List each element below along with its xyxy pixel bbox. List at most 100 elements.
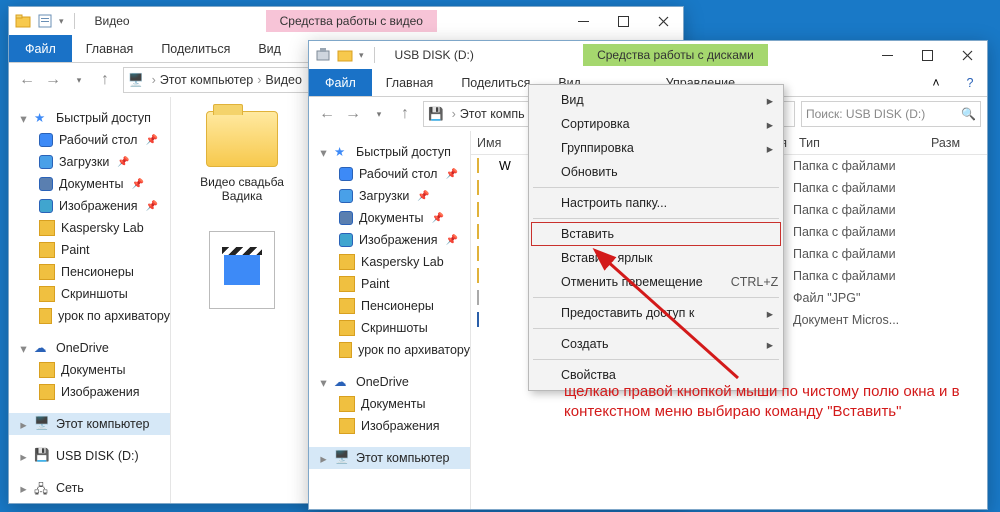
submenu-arrow-icon: ▸	[767, 141, 773, 156]
nav-tree[interactable]: ▾★Быстрый доступ Рабочий стол📌 Загрузки📌…	[309, 131, 471, 509]
ribbon-tab-view[interactable]: Вид	[244, 35, 295, 62]
menu-item-label: Группировка	[561, 141, 634, 155]
tree-this-pc[interactable]: Этот компьютер	[56, 417, 149, 431]
maximize-button[interactable]	[603, 7, 643, 35]
menu-item[interactable]: Обновить	[531, 160, 781, 184]
tree-item: Документы	[9, 359, 170, 381]
tree-item: Пенсионеры	[309, 295, 470, 317]
folder-item[interactable]: Видео свадьба Вадика	[187, 111, 297, 203]
menu-item[interactable]: Настроить папку...	[531, 191, 781, 215]
search-box[interactable]: Поиск: USB DISK (D:) 🔍	[801, 101, 981, 127]
menu-item-label: Настроить папку...	[561, 196, 667, 210]
folder-icon	[477, 202, 479, 217]
menu-item[interactable]: Вставить	[531, 222, 781, 246]
cell-type: Папка с файлами	[793, 247, 925, 261]
nav-fwd-button[interactable]: →	[341, 102, 365, 126]
tree-item: Изображения	[309, 415, 470, 437]
minimize-button[interactable]	[563, 7, 603, 35]
crumb-root[interactable]: Этот компьютер	[160, 73, 253, 87]
nav-up-button[interactable]: ↑	[93, 68, 117, 92]
qat-dropdown-icon[interactable]: ▾	[359, 50, 364, 61]
menu-item-label: Сортировка	[561, 117, 630, 131]
cell-type: Папка с файлами	[793, 203, 925, 217]
nav-recent-button[interactable]: ▾	[367, 102, 391, 126]
close-button[interactable]	[643, 7, 683, 35]
tree-item: Рабочий стол📌	[9, 129, 170, 151]
menu-item-label: Вставить	[561, 227, 614, 241]
minimize-button[interactable]	[867, 41, 907, 69]
cell-type: Файл "JPG"	[793, 291, 925, 305]
titlebar[interactable]: ▾ Видео Средства работы с видео	[9, 7, 683, 35]
menu-item-label: Вид	[561, 93, 584, 107]
annotation-arrow	[588, 248, 788, 398]
tree-item: Скриншоты	[309, 317, 470, 339]
ribbon-file-tab[interactable]: Файл	[9, 35, 72, 62]
menu-separator	[533, 187, 779, 188]
submenu-arrow-icon: ▸	[767, 93, 773, 108]
ribbon-collapse-icon[interactable]: ˄	[919, 69, 953, 96]
tree-item: Рабочий стол📌	[309, 163, 470, 185]
ribbon-tab-share[interactable]: Поделиться	[147, 35, 244, 62]
ribbon-tab-home[interactable]: Главная	[72, 35, 148, 62]
menu-item[interactable]: Вид ▸	[531, 88, 781, 112]
crumb-leaf[interactable]: Видео	[265, 73, 302, 87]
folder-icon	[206, 111, 278, 167]
tree-onedrive[interactable]: OneDrive	[356, 375, 409, 389]
app-icon	[15, 13, 31, 29]
app-icon	[315, 47, 331, 63]
folder-icon	[477, 158, 479, 173]
menu-item-label: Обновить	[561, 165, 618, 179]
qat-dropdown-icon[interactable]: ▾	[59, 16, 64, 27]
tree-item: Изображения📌	[9, 195, 170, 217]
nav-back-button[interactable]: ←	[15, 68, 39, 92]
tree-item: Скриншоты	[9, 283, 170, 305]
location-icon: 🖥️	[128, 73, 144, 88]
tree-network[interactable]: Сеть	[56, 481, 84, 495]
menu-item[interactable]: Сортировка▸	[531, 112, 781, 136]
tree-item: Paint	[309, 273, 470, 295]
folder-icon	[477, 246, 479, 261]
nav-tree[interactable]: ▾★Быстрый доступ Рабочий стол📌 Загрузки📌…	[9, 97, 171, 503]
tree-item: Загрузки📌	[9, 151, 170, 173]
titlebar[interactable]: ▾ USB DISK (D:) Средства работы с дискам…	[309, 41, 987, 69]
video-file-icon	[209, 231, 275, 309]
cell-type: Папка с файлами	[793, 159, 925, 173]
video-file-item[interactable]	[187, 231, 297, 309]
ribbon-file-tab[interactable]: Файл	[309, 69, 372, 96]
col-type[interactable]: Тип	[799, 136, 931, 150]
col-size[interactable]: Разм	[931, 136, 987, 150]
menu-item[interactable]: Группировка ▸	[531, 136, 781, 160]
cell-type: Папка с файлами	[793, 181, 925, 195]
search-icon[interactable]: 🔍	[961, 107, 976, 121]
annotation-text: щелкаю правой кнопкой мыши по чистому по…	[564, 382, 984, 423]
close-button[interactable]	[947, 41, 987, 69]
tree-item: Пенсионеры	[9, 261, 170, 283]
tree-item: Изображения	[9, 381, 170, 403]
tree-item: Paint	[9, 239, 170, 261]
tree-usb[interactable]: USB DISK (D:)	[56, 449, 139, 463]
nav-recent-button[interactable]: ▾	[67, 68, 91, 92]
ribbon-help-icon[interactable]: ?	[953, 69, 987, 96]
nav-back-button[interactable]: ←	[315, 102, 339, 126]
tree-onedrive[interactable]: OneDrive	[56, 341, 109, 355]
contextual-tab-drive[interactable]: Средства работы с дисками	[583, 44, 768, 66]
crumb-root[interactable]: Этот компь	[460, 107, 525, 121]
maximize-button[interactable]	[907, 41, 947, 69]
contextual-tab-video[interactable]: Средства работы с видео	[266, 10, 437, 32]
ribbon-tab-home[interactable]: Главная	[372, 69, 448, 96]
folder-label: Видео свадьба Вадика	[187, 175, 297, 203]
tree-item: Kaspersky Lab	[309, 251, 470, 273]
tree-item: Документы	[309, 393, 470, 415]
qat-props-icon[interactable]	[37, 13, 53, 29]
nav-up-button[interactable]: ↑	[393, 102, 417, 126]
doc-icon	[477, 312, 479, 327]
qat-props-icon[interactable]	[337, 47, 353, 63]
nav-fwd-button[interactable]: →	[41, 68, 65, 92]
folder-icon	[477, 224, 479, 239]
tree-item: Загрузки📌	[309, 185, 470, 207]
location-icon: 💾	[428, 107, 444, 122]
cell-type: Папка с файлами	[793, 225, 925, 239]
tree-quick[interactable]: Быстрый доступ	[356, 145, 451, 159]
tree-quick[interactable]: Быстрый доступ	[56, 111, 151, 125]
tree-this-pc[interactable]: Этот компьютер	[356, 451, 449, 465]
